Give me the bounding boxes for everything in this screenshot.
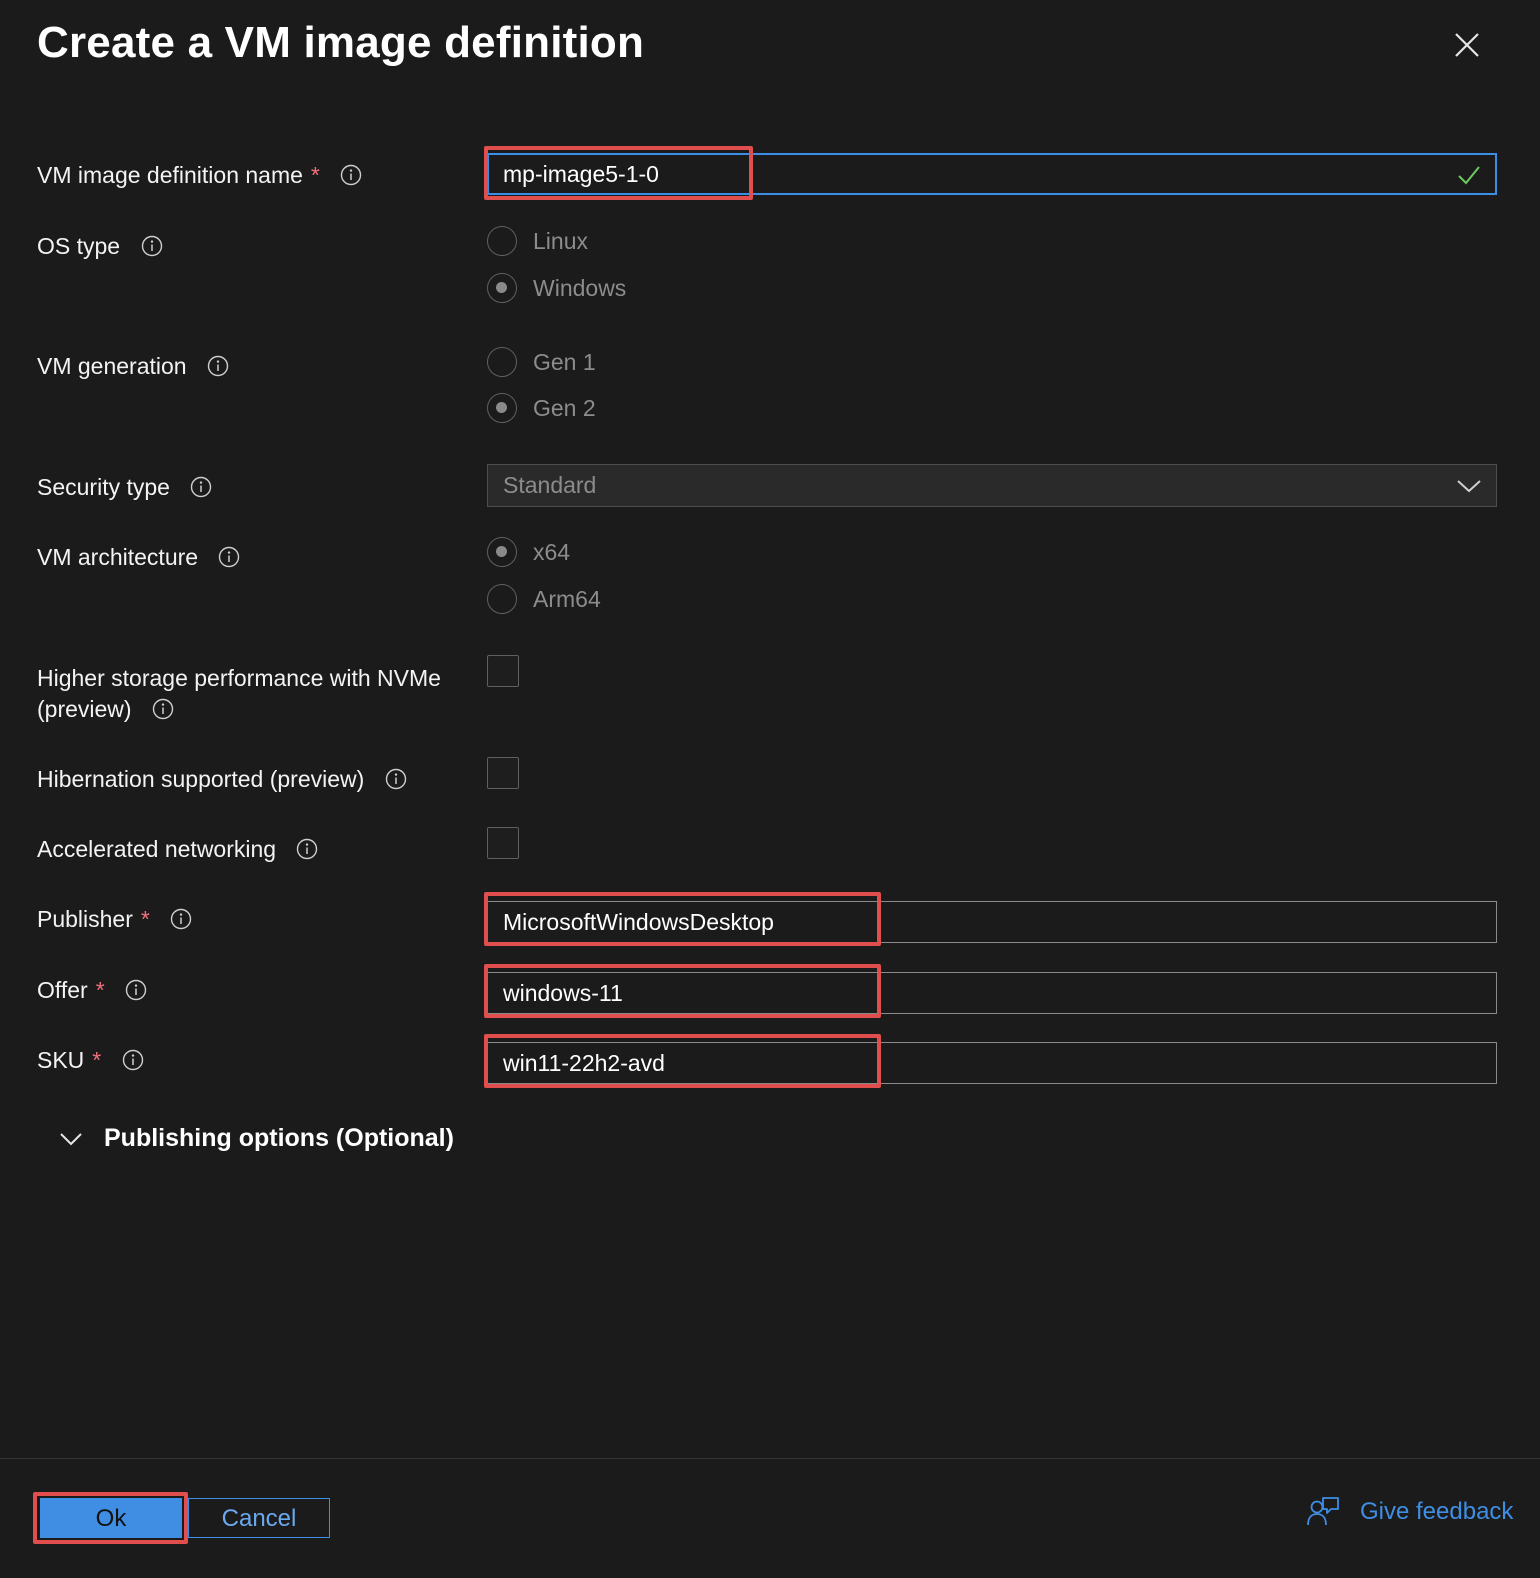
accelerated-networking-label-text: Accelerated networking bbox=[37, 836, 277, 862]
publisher-input[interactable]: MicrosoftWindowsDesktop bbox=[487, 901, 1497, 943]
radio-button[interactable] bbox=[487, 226, 517, 256]
offer-input[interactable]: windows-11 bbox=[487, 972, 1497, 1014]
radio-button[interactable] bbox=[487, 537, 517, 567]
radio-button[interactable] bbox=[487, 347, 517, 377]
ok-button[interactable]: Ok bbox=[40, 1498, 182, 1538]
os-type-label: OS type bbox=[37, 231, 163, 262]
hibernation-label: Hibernation supported (preview) bbox=[37, 764, 407, 795]
publisher-value: MicrosoftWindowsDesktop bbox=[503, 909, 774, 935]
security-type-value: Standard bbox=[503, 472, 597, 498]
offer-label-text: Offer bbox=[37, 977, 88, 1003]
image-name-value: mp-image5-1-0 bbox=[503, 161, 659, 187]
vm-architecture-option-label: Arm64 bbox=[533, 585, 601, 612]
vm-generation-option-label: Gen 1 bbox=[533, 348, 596, 375]
security-type-label: Security type bbox=[37, 472, 212, 503]
vm-architecture-label: VM architecture bbox=[37, 542, 240, 573]
nvme-label-line2: (preview) bbox=[37, 696, 132, 722]
nvme-label-line1: Higher storage performance with NVMe bbox=[37, 665, 441, 691]
sku-label: SKU * bbox=[37, 1045, 144, 1076]
info-icon[interactable] bbox=[125, 979, 147, 1001]
os-type-label-text: OS type bbox=[37, 233, 121, 259]
nvme-label: Higher storage performance with NVMe (pr… bbox=[37, 663, 441, 725]
info-icon[interactable] bbox=[190, 476, 212, 498]
close-icon[interactable] bbox=[1450, 28, 1484, 62]
offer-label: Offer * bbox=[37, 975, 147, 1006]
hibernation-checkbox[interactable] bbox=[487, 757, 519, 789]
info-icon[interactable] bbox=[385, 768, 407, 790]
image-name-input[interactable]: mp-image5-1-0 bbox=[487, 153, 1497, 195]
publisher-label-text: Publisher bbox=[37, 906, 133, 932]
vm-generation-option-gen2[interactable]: Gen 2 bbox=[487, 391, 596, 425]
chevron-down-icon bbox=[1457, 480, 1481, 493]
vm-generation-label: VM generation bbox=[37, 351, 229, 382]
footer-divider bbox=[0, 1458, 1540, 1459]
radio-button[interactable] bbox=[487, 584, 517, 614]
info-icon[interactable] bbox=[296, 838, 318, 860]
vm-architecture-label-text: VM architecture bbox=[37, 544, 199, 570]
sku-value: win11-22h2-avd bbox=[503, 1050, 665, 1076]
vm-generation-label-text: VM generation bbox=[37, 353, 187, 379]
give-feedback-link[interactable]: Give feedback bbox=[1306, 1495, 1513, 1529]
radio-button[interactable] bbox=[487, 273, 517, 303]
info-icon[interactable] bbox=[218, 546, 240, 568]
publishing-options-toggle[interactable]: Publishing options (Optional) bbox=[58, 1124, 454, 1153]
give-feedback-label: Give feedback bbox=[1360, 1498, 1514, 1525]
image-name-label: VM image definition name * bbox=[37, 160, 362, 191]
vm-architecture-option-x64[interactable]: x64 bbox=[487, 535, 570, 569]
check-icon bbox=[1458, 166, 1480, 185]
os-type-option-label: Linux bbox=[533, 227, 588, 254]
publisher-label: Publisher * bbox=[37, 904, 192, 935]
info-icon[interactable] bbox=[122, 1049, 144, 1071]
os-type-option-label: Windows bbox=[533, 274, 627, 301]
required-marker: * bbox=[310, 162, 320, 188]
os-type-option-windows[interactable]: Windows bbox=[487, 271, 626, 305]
dialog-title: Create a VM image definition bbox=[37, 18, 645, 67]
feedback-icon bbox=[1307, 1497, 1339, 1526]
image-name-label-text: VM image definition name bbox=[37, 162, 303, 188]
accelerated-networking-checkbox[interactable] bbox=[487, 827, 519, 859]
vm-generation-option-gen1[interactable]: Gen 1 bbox=[487, 345, 596, 379]
security-type-dropdown[interactable]: Standard bbox=[487, 464, 1497, 507]
required-marker: * bbox=[140, 906, 150, 932]
cancel-button[interactable]: Cancel bbox=[188, 1498, 330, 1538]
publishing-options-label: Publishing options (Optional) bbox=[104, 1124, 454, 1152]
required-marker: * bbox=[92, 1047, 102, 1073]
info-icon[interactable] bbox=[340, 164, 362, 186]
sku-label-text: SKU bbox=[37, 1047, 85, 1073]
radio-button[interactable] bbox=[487, 393, 517, 423]
required-marker: * bbox=[95, 977, 105, 1003]
vm-architecture-option-arm64[interactable]: Arm64 bbox=[487, 582, 601, 616]
security-type-label-text: Security type bbox=[37, 474, 170, 500]
nvme-checkbox[interactable] bbox=[487, 655, 519, 687]
vm-architecture-option-label: x64 bbox=[533, 538, 571, 565]
info-icon[interactable] bbox=[141, 235, 163, 257]
os-type-option-linux[interactable]: Linux bbox=[487, 224, 588, 258]
offer-value: windows-11 bbox=[503, 980, 623, 1006]
chevron-down-icon bbox=[60, 1132, 82, 1145]
info-icon[interactable] bbox=[207, 355, 229, 377]
accelerated-networking-label: Accelerated networking bbox=[37, 834, 318, 865]
info-icon[interactable] bbox=[170, 908, 192, 930]
sku-input[interactable]: win11-22h2-avd bbox=[487, 1042, 1497, 1084]
vm-generation-option-label: Gen 2 bbox=[533, 394, 596, 421]
hibernation-label-text: Hibernation supported (preview) bbox=[37, 766, 365, 792]
info-icon[interactable] bbox=[152, 698, 174, 720]
